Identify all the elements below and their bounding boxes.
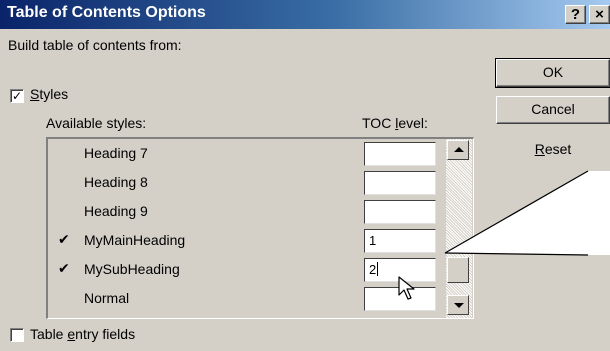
toc-options-dialog: Table of Contents Options ? × Build tabl…: [0, 0, 610, 351]
callout-pointer: [444, 170, 589, 256]
